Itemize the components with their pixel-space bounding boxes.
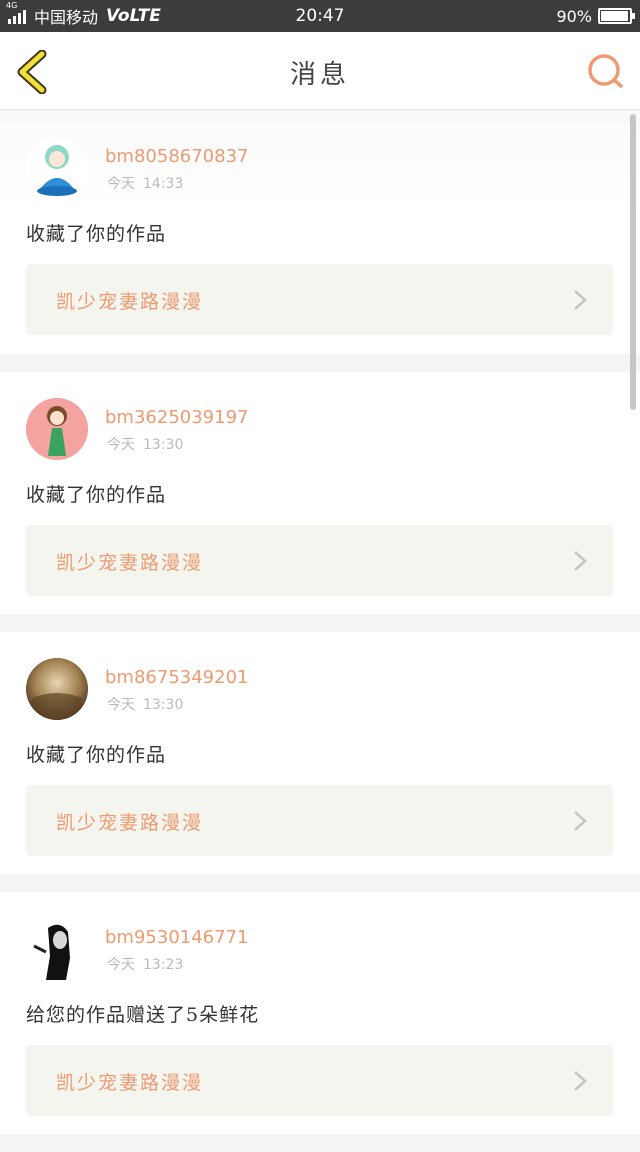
signal-icon: 4G bbox=[6, 2, 26, 24]
avatar[interactable] bbox=[26, 918, 88, 980]
scrollbar[interactable] bbox=[630, 114, 636, 410]
message-card: bm3625039197 今天 13:30 收藏了你的作品 凯少宠妻路漫漫 bbox=[0, 372, 640, 614]
network-type: 4G bbox=[6, 1, 18, 10]
chevron-right-icon bbox=[574, 811, 587, 831]
message-text: 收藏了你的作品 bbox=[26, 484, 167, 506]
work-title: 凯少宠妻路漫漫 bbox=[56, 291, 204, 313]
username-link[interactable]: bm3625039197 bbox=[105, 407, 248, 428]
work-title: 凯少宠妻路漫漫 bbox=[56, 812, 204, 834]
username-link[interactable]: bm8058670837 bbox=[105, 146, 248, 167]
avatar-autumn-photo-icon bbox=[26, 658, 88, 720]
avatar[interactable] bbox=[26, 137, 88, 199]
avatar[interactable] bbox=[26, 398, 88, 460]
message-text: 给您的作品赠送了5朵鲜花 bbox=[26, 1004, 260, 1026]
chevron-right-icon bbox=[574, 551, 587, 571]
search-icon bbox=[588, 54, 623, 88]
work-title: 凯少宠妻路漫漫 bbox=[56, 1072, 204, 1094]
chevron-right-icon bbox=[574, 290, 587, 310]
timestamp-day: 今天 bbox=[107, 957, 135, 973]
work-link[interactable]: 凯少宠妻路漫漫 bbox=[26, 785, 613, 856]
timestamp: 今天 14:33 bbox=[107, 173, 191, 193]
message-card: bm8675349201 今天 13:30 收藏了你的作品 凯少宠妻路漫漫 bbox=[0, 632, 640, 874]
message-list: bm8058670837 今天 14:33 收藏了你的作品 凯少宠妻路漫漫 bm3… bbox=[0, 111, 640, 1152]
message-card: bm9530146771 今天 13:23 给您的作品赠送了5朵鲜花 凯少宠妻路漫… bbox=[0, 892, 640, 1134]
message-text: 收藏了你的作品 bbox=[26, 223, 167, 245]
work-title: 凯少宠妻路漫漫 bbox=[56, 552, 204, 574]
search-button[interactable] bbox=[586, 52, 626, 92]
app-header: 消息 bbox=[0, 32, 640, 110]
page-title: 消息 bbox=[289, 60, 350, 90]
work-link[interactable]: 凯少宠妻路漫漫 bbox=[26, 525, 613, 596]
timestamp-day: 今天 bbox=[107, 697, 135, 713]
work-link[interactable]: 凯少宠妻路漫漫 bbox=[26, 1045, 613, 1116]
timestamp-time: 13:30 bbox=[143, 697, 184, 713]
avatar-bw-portrait-icon bbox=[26, 918, 88, 980]
chevron-right-icon bbox=[574, 1071, 587, 1091]
timestamp-time: 13:30 bbox=[143, 437, 184, 453]
timestamp: 今天 13:30 bbox=[107, 694, 191, 714]
battery-percent: 90% bbox=[556, 6, 592, 26]
work-link[interactable]: 凯少宠妻路漫漫 bbox=[26, 264, 613, 335]
avatar-anime-blue-icon bbox=[37, 145, 77, 196]
status-bar: 4G 中国移动 VoLTE 20:47 90% bbox=[0, 0, 640, 32]
avatar[interactable] bbox=[26, 658, 88, 720]
timestamp-time: 13:23 bbox=[143, 957, 184, 973]
timestamp-time: 14:33 bbox=[143, 176, 184, 192]
timestamp: 今天 13:23 bbox=[107, 954, 191, 974]
volte-indicator: VoLTE bbox=[106, 6, 161, 26]
message-text: 收藏了你的作品 bbox=[26, 744, 167, 766]
message-card: bm8058670837 今天 14:33 收藏了你的作品 凯少宠妻路漫漫 bbox=[0, 111, 640, 354]
timestamp-day: 今天 bbox=[107, 176, 135, 192]
avatar-anime-girl-pink-icon bbox=[26, 398, 88, 460]
carrier-name: 中国移动 bbox=[34, 8, 99, 27]
timestamp-day: 今天 bbox=[107, 437, 135, 453]
timestamp: 今天 13:30 bbox=[107, 434, 191, 454]
battery-icon bbox=[598, 8, 635, 24]
username-link[interactable]: bm8675349201 bbox=[105, 667, 248, 688]
username-link[interactable]: bm9530146771 bbox=[105, 927, 248, 948]
